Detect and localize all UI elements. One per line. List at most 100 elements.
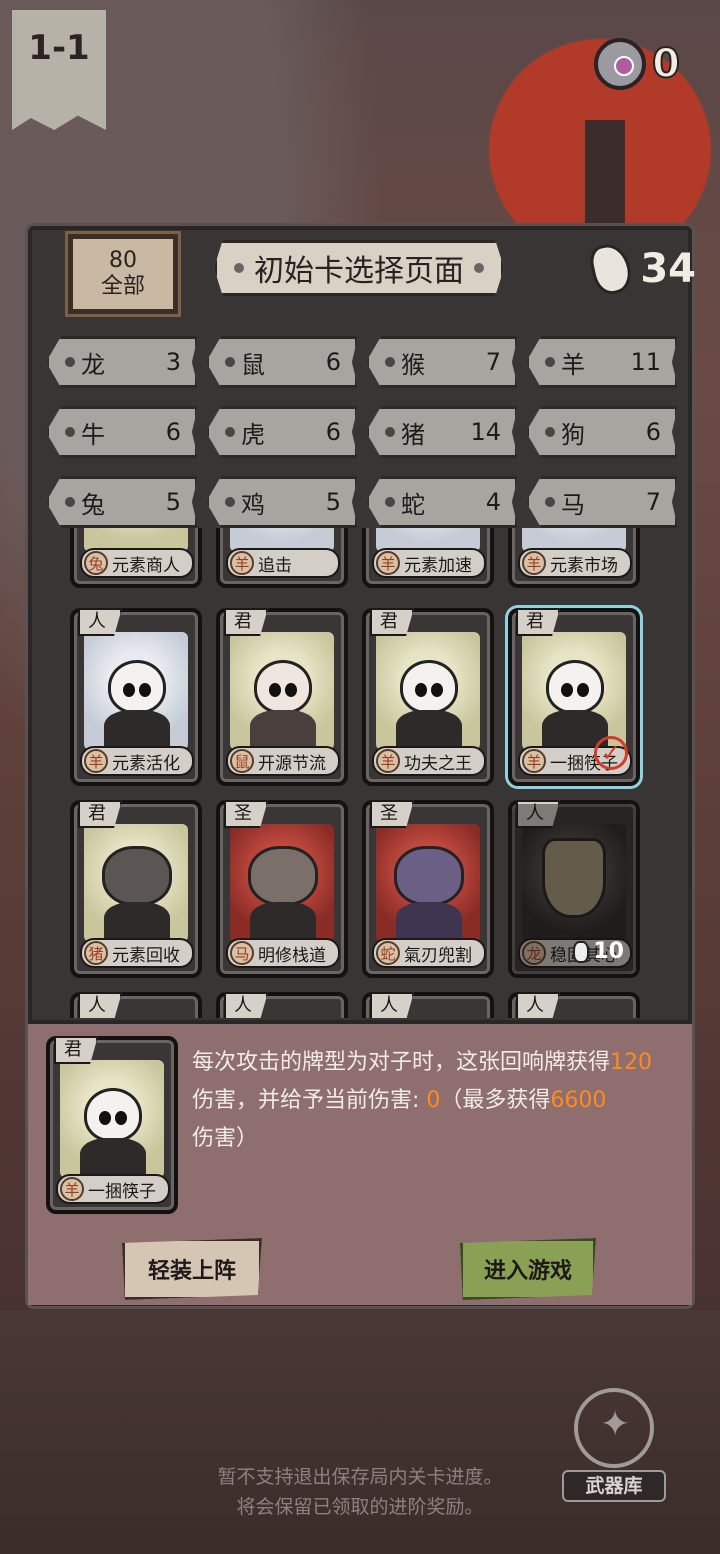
filter-label: 马 bbox=[561, 490, 585, 519]
creature-body bbox=[80, 1138, 146, 1178]
zodiac-badge: 羊 bbox=[60, 1177, 84, 1201]
rank-tag: 人 bbox=[224, 992, 268, 1018]
desc-value: 120 bbox=[610, 1050, 653, 1075]
card-art bbox=[230, 632, 334, 750]
filter-label: 鸡 bbox=[241, 490, 265, 519]
card-item[interactable]: 人 bbox=[216, 992, 348, 1018]
card-item[interactable]: 兔元素商人 bbox=[70, 528, 202, 588]
enter-game-button[interactable]: 进入游戏 bbox=[460, 1238, 596, 1300]
desc-text: 伤害，并给予当前伤害: bbox=[192, 1088, 427, 1113]
card-item[interactable]: 羊追击 bbox=[216, 528, 348, 588]
rank-tag: 人 bbox=[78, 992, 122, 1018]
filter-count: 11 bbox=[630, 348, 661, 376]
rank-tag: 人 bbox=[370, 992, 414, 1018]
zodiac-badge: 羊 bbox=[376, 749, 400, 773]
card-item[interactable]: 圣 马明修栈道 bbox=[216, 800, 348, 978]
filter-pig[interactable]: 猪 14 bbox=[366, 406, 518, 458]
filter-label: 兔 bbox=[81, 490, 105, 519]
filter-count: 5 bbox=[325, 488, 341, 516]
unlock-cost: 10 bbox=[573, 939, 624, 964]
banner-dot-left bbox=[234, 263, 244, 273]
card-name: 追击 bbox=[258, 555, 292, 576]
filter-label: 龙 bbox=[81, 350, 105, 379]
filter-count: 6 bbox=[645, 418, 661, 446]
creature-body bbox=[396, 710, 462, 750]
card-item-locked[interactable]: 人 龙稳固其心 10 bbox=[508, 800, 640, 978]
card-label: 鼠开源节流 bbox=[226, 746, 340, 776]
filter-ox[interactable]: 牛6 bbox=[46, 406, 198, 458]
card-art bbox=[230, 824, 334, 942]
filter-rabbit[interactable]: 兔5 bbox=[46, 476, 198, 528]
page-title-banner: 初始卡选择页面 bbox=[214, 240, 504, 296]
card-item[interactable]: 人 bbox=[508, 992, 640, 1018]
card-item[interactable]: 人 bbox=[70, 992, 202, 1018]
all-count: 80 bbox=[109, 248, 137, 273]
creature-body bbox=[250, 902, 316, 942]
card-grid: 兔元素商人 羊追击 羊元素加速 羊元素市场 人 羊元素活化 君 鼠开源节流 君 … bbox=[46, 528, 674, 1018]
card-name: 功夫之王 bbox=[404, 753, 472, 774]
filter-dog[interactable]: 狗6 bbox=[526, 406, 678, 458]
filter-dragon[interactable]: 龙3 bbox=[46, 336, 198, 388]
card-item[interactable]: 君 猪元素回收 bbox=[70, 800, 202, 978]
card-description: 每次攻击的牌型为对子时，这张回响牌获得120 伤害，并给予当前伤害: 0（最多获得… bbox=[192, 1044, 672, 1158]
gem-icon bbox=[594, 38, 647, 90]
card-art bbox=[522, 632, 626, 750]
button-label: 进入游戏 bbox=[483, 1259, 572, 1284]
creature-body bbox=[250, 710, 316, 750]
filter-dot-icon bbox=[385, 427, 395, 437]
card-label: 羊功夫之王 bbox=[372, 746, 486, 776]
filter-count: 3 bbox=[165, 348, 181, 376]
filter-label: 虎 bbox=[241, 420, 265, 449]
filter-count: 7 bbox=[645, 488, 661, 516]
filter-tiger[interactable]: 虎6 bbox=[206, 406, 358, 458]
filter-dot-icon bbox=[545, 427, 555, 437]
card-art bbox=[84, 632, 188, 750]
card-art bbox=[376, 824, 480, 942]
goat-creature-icon bbox=[84, 1088, 142, 1142]
zodiac-badge: 蛇 bbox=[376, 941, 400, 965]
filter-horse[interactable]: 马7 bbox=[526, 476, 678, 528]
zodiac-badge: 猪 bbox=[84, 941, 108, 965]
card-label: 蛇氣刃兜割 bbox=[372, 938, 486, 968]
card-name: 元素商人 bbox=[112, 555, 180, 576]
banner-dot-right bbox=[474, 263, 484, 273]
filter-rooster[interactable]: 鸡5 bbox=[206, 476, 358, 528]
card-item[interactable]: 羊元素市场 bbox=[508, 528, 640, 588]
snake-creature-icon bbox=[394, 846, 464, 906]
currency-display: 0 bbox=[594, 38, 681, 90]
card-item[interactable]: 羊元素加速 bbox=[362, 528, 494, 588]
card-art bbox=[60, 1060, 164, 1178]
rat-creature-icon bbox=[254, 660, 312, 714]
filter-label: 蛇 bbox=[401, 490, 425, 519]
zodiac-badge: 马 bbox=[230, 941, 254, 965]
filter-count: 7 bbox=[485, 348, 501, 376]
card-name: 元素回收 bbox=[112, 945, 180, 966]
filter-snake[interactable]: 蛇4 bbox=[366, 476, 518, 528]
goat-creature-icon bbox=[108, 660, 166, 714]
card-item-selected[interactable]: 君 羊一捆筷子 ✓ bbox=[508, 608, 640, 786]
rank-tag: 人 bbox=[516, 992, 560, 1018]
card-item[interactable]: 圣 蛇氣刃兜割 bbox=[362, 800, 494, 978]
card-item[interactable]: 人 羊元素活化 bbox=[70, 608, 202, 786]
quick-deploy-button[interactable]: 轻装上阵 bbox=[122, 1238, 262, 1300]
filter-rat[interactable]: 鼠6 bbox=[206, 336, 358, 388]
card-item[interactable]: 人 bbox=[362, 992, 494, 1018]
filter-all-button[interactable]: 80 全部 bbox=[65, 231, 181, 317]
filter-dot-icon bbox=[65, 357, 75, 367]
desc-value: 6600 bbox=[550, 1088, 607, 1113]
filter-count: 6 bbox=[325, 418, 341, 446]
filter-monkey[interactable]: 猴7 bbox=[366, 336, 518, 388]
cost-value: 10 bbox=[593, 939, 624, 964]
armory-button[interactable]: 武器库 bbox=[548, 1388, 680, 1508]
card-name: 一捆筷子 bbox=[88, 1181, 156, 1202]
stage-label: 1-1 bbox=[28, 28, 90, 68]
zodiac-badge: 兔 bbox=[84, 551, 108, 575]
filter-count: 6 bbox=[325, 348, 341, 376]
filter-dot-icon bbox=[545, 357, 555, 367]
card-label: 羊元素加速 bbox=[372, 548, 486, 578]
boar-creature-icon bbox=[102, 846, 172, 906]
card-item[interactable]: 君 羊功夫之王 bbox=[362, 608, 494, 786]
card-item[interactable]: 君 鼠开源节流 bbox=[216, 608, 348, 786]
filter-goat[interactable]: 羊 11 bbox=[526, 336, 678, 388]
zodiac-badge: 鼠 bbox=[230, 749, 254, 773]
